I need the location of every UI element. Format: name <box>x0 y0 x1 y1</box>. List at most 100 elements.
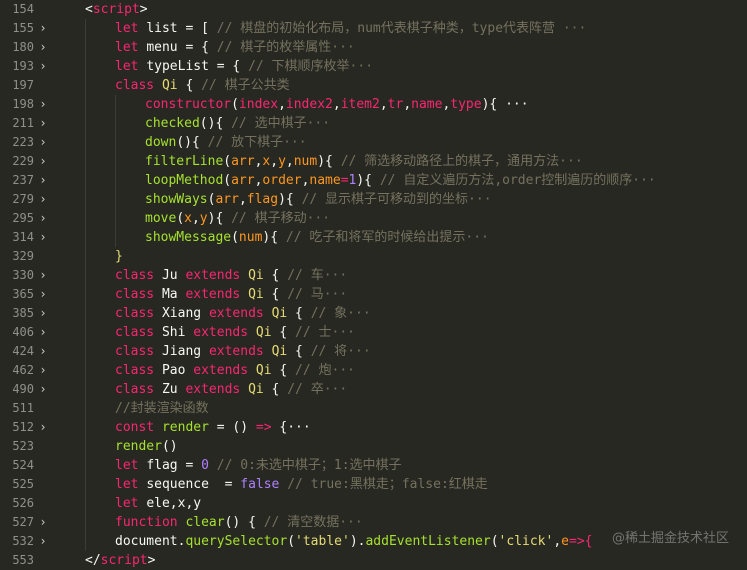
code-line[interactable]: 211›checked(){ // 选中棋子··· <box>0 114 747 133</box>
code-token: class <box>115 382 162 397</box>
fold-chevron-icon[interactable]: › <box>36 323 50 342</box>
fold-chevron-icon[interactable]: › <box>36 266 50 285</box>
line-number: 527 <box>0 513 34 532</box>
fold-chevron-icon[interactable]: › <box>36 133 50 152</box>
indent-guide <box>85 456 86 475</box>
fold-chevron-icon[interactable]: › <box>36 228 50 247</box>
code-line[interactable]: 229›filterLine(arr,x,y,num){ // 筛选移动路径上的… <box>0 152 747 171</box>
code-token: = [ <box>178 21 217 36</box>
code-token: 'click' <box>499 534 554 549</box>
code-line[interactable]: 462›class Pao extends Qi { // 炮··· <box>0 361 747 380</box>
fold-chevron-icon[interactable]: › <box>36 209 50 228</box>
indent-guide <box>85 285 86 304</box>
code-token: Zu <box>162 382 185 397</box>
code-line[interactable]: 295›move(x,y){ // 棋子移动··· <box>0 209 747 228</box>
fold-chevron-icon[interactable]: › <box>36 285 50 304</box>
code-line[interactable]: 180›let menu = { // 棋子的枚举属性··· <box>0 38 747 57</box>
code-line[interactable]: 237›loopMethod(arr,order,name=1){ // 自定义… <box>0 171 747 190</box>
fold-chevron-icon[interactable]: › <box>36 190 50 209</box>
code-line[interactable]: 424›class Jiang extends Qi { // 将··· <box>0 342 747 361</box>
code-line[interactable]: 490›class Zu extends Qi { // 卒··· <box>0 380 747 399</box>
code-token: { <box>272 363 295 378</box>
code-token: class <box>115 344 162 359</box>
code-token: let <box>115 21 146 36</box>
code-text: down(){ // 放下棋子··· <box>145 133 307 152</box>
code-line[interactable]: 523render() <box>0 437 747 456</box>
code-token: // 自定义遍历方法,order控制遍历的顺序··· <box>380 173 656 188</box>
code-token: = () <box>209 420 256 435</box>
code-token: function <box>115 515 185 530</box>
fold-chevron-icon[interactable]: › <box>36 380 50 399</box>
code-line[interactable]: 198›constructor(index,index2,item2,tr,na… <box>0 95 747 114</box>
code-token: = { <box>178 40 217 55</box>
code-text: checked(){ // 选中棋子··· <box>145 114 330 133</box>
fold-chevron-icon[interactable]: › <box>36 171 50 190</box>
fold-chevron-icon[interactable]: › <box>36 38 50 57</box>
code-line[interactable]: 526let ele,x,y <box>0 494 747 513</box>
code-line[interactable]: 197class Qi { // 棋子公共类 <box>0 76 747 95</box>
code-token: {··· <box>272 420 311 435</box>
code-token: // 炮··· <box>295 363 355 378</box>
fold-chevron-icon[interactable]: › <box>36 19 50 38</box>
code-line[interactable]: 365›class Ma extends Qi { // 马··· <box>0 285 747 304</box>
fold-chevron-icon[interactable]: › <box>36 342 50 361</box>
code-token: ( <box>176 211 184 226</box>
code-token: Qi <box>272 344 288 359</box>
code-token: extends <box>185 382 248 397</box>
code-token: Shi <box>162 325 193 340</box>
code-text: constructor(index,index2,item2,tr,name,t… <box>145 95 529 114</box>
code-text: showWays(arr,flag){ // 显示棋子可移动到的坐标··· <box>145 190 492 209</box>
code-text: render() <box>115 437 178 456</box>
code-token: sequence <box>146 477 209 492</box>
code-text: class Pao extends Qi { // 炮··· <box>115 361 355 380</box>
code-token: num <box>239 230 262 245</box>
code-line[interactable]: 406›class Shi extends Qi { // 士··· <box>0 323 747 342</box>
fold-chevron-icon[interactable]: › <box>36 114 50 133</box>
code-line[interactable]: 223›down(){ // 放下棋子··· <box>0 133 747 152</box>
code-line[interactable]: 512›const render = () => {··· <box>0 418 747 437</box>
code-token: // 吃子和将军的时候给出提示··· <box>286 230 489 245</box>
code-line[interactable]: 314›showMessage(num){ // 吃子和将军的时候给出提示··· <box>0 228 747 247</box>
fold-chevron-icon[interactable]: › <box>36 513 50 532</box>
code-token: (){ <box>200 116 231 131</box>
code-text: </script> <box>85 551 155 570</box>
code-token: checked <box>145 116 200 131</box>
code-line[interactable]: 525let sequence = false // true:黑棋走；fals… <box>0 475 747 494</box>
code-text: class Zu extends Qi { // 卒··· <box>115 380 347 399</box>
code-token: down <box>145 135 176 150</box>
code-line[interactable]: 524let flag = 0 // 0:未选中棋子；1:选中棋子 <box>0 456 747 475</box>
code-token: class <box>115 78 162 93</box>
code-line[interactable]: 279›showWays(arr,flag){ // 显示棋子可移动到的坐标··… <box>0 190 747 209</box>
fold-chevron-icon[interactable]: › <box>36 532 50 551</box>
code-line[interactable]: 330›class Ju extends Qi { // 车··· <box>0 266 747 285</box>
indent-guide <box>85 418 86 437</box>
code-line[interactable]: 553</script> <box>0 551 747 570</box>
code-token: let <box>115 40 146 55</box>
line-number: 193 <box>0 57 34 76</box>
fold-chevron-icon[interactable]: › <box>36 152 50 171</box>
line-number: 295 <box>0 209 34 228</box>
fold-chevron-icon[interactable]: › <box>36 57 50 76</box>
code-line[interactable]: 154<script> <box>0 0 747 19</box>
code-line[interactable]: 193›let typeList = { // 下棋顺序枚举··· <box>0 57 747 76</box>
code-token: < <box>85 2 93 17</box>
line-number: 314 <box>0 228 34 247</box>
indent-guide <box>85 494 86 513</box>
code-line[interactable]: 511//封装渲染函数 <box>0 399 747 418</box>
code-text: const render = () => {··· <box>115 418 311 437</box>
code-token: , <box>553 534 561 549</box>
fold-chevron-icon[interactable]: › <box>36 95 50 114</box>
code-editor[interactable]: 154<script>155›let list = [ // 棋盘的初始化布局，… <box>0 0 747 568</box>
code-token: Ma <box>162 287 185 302</box>
indent-guide <box>85 228 86 247</box>
fold-chevron-icon[interactable]: › <box>36 418 50 437</box>
code-token: ){ <box>262 230 285 245</box>
code-line[interactable]: 329} <box>0 247 747 266</box>
code-line[interactable]: 385›class Xiang extends Qi { // 象··· <box>0 304 747 323</box>
fold-chevron-icon[interactable]: › <box>36 361 50 380</box>
fold-chevron-icon[interactable]: › <box>36 304 50 323</box>
code-line[interactable]: 155›let list = [ // 棋盘的初始化布局，num代表棋子种类，t… <box>0 19 747 38</box>
code-text: class Jiang extends Qi { // 将··· <box>115 342 371 361</box>
code-token: index <box>239 97 278 112</box>
code-token: // 马··· <box>287 287 347 302</box>
